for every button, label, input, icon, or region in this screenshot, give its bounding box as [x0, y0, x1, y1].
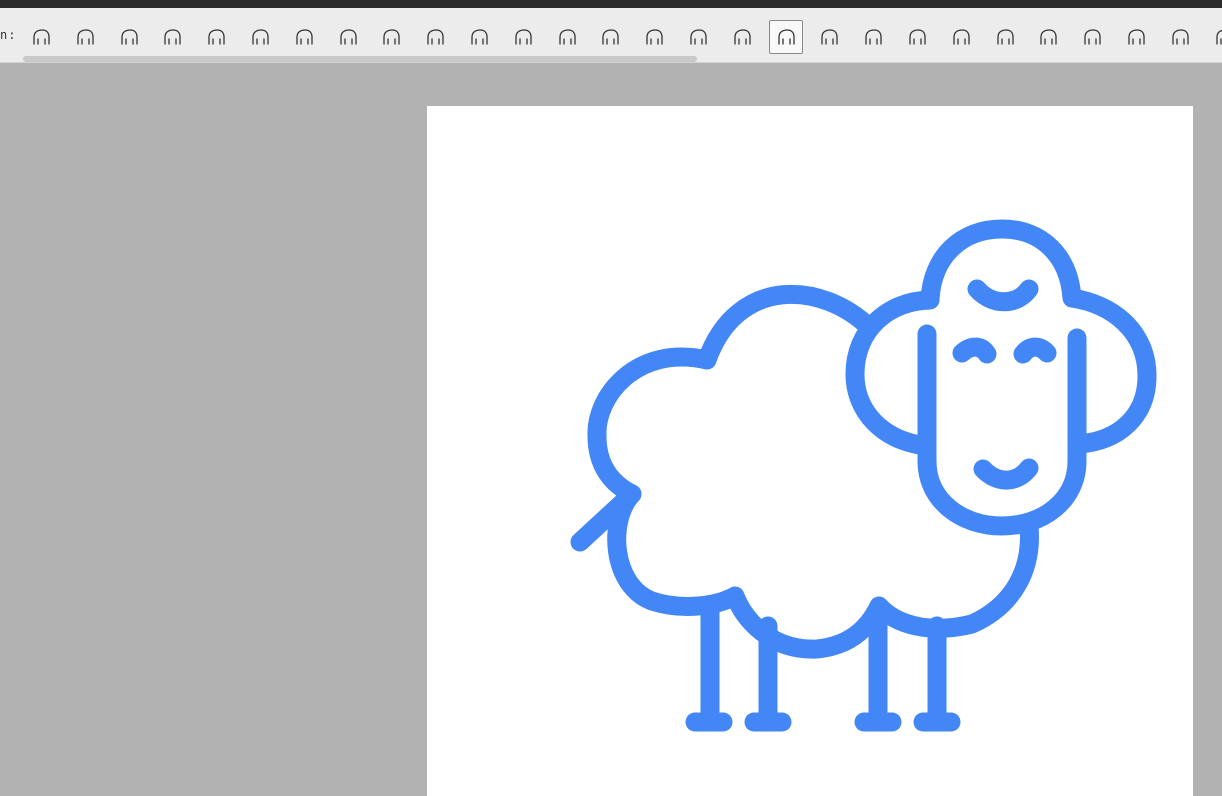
gingerbread-icon[interactable] [856, 20, 890, 54]
bulldog-face-icon[interactable] [506, 20, 540, 54]
animal-icon[interactable] [1207, 20, 1222, 54]
alpaca-icon[interactable] [681, 20, 715, 54]
elephant-front-icon[interactable] [68, 20, 102, 54]
polar-bear-icon[interactable] [1031, 20, 1065, 54]
dachshund-icon[interactable] [418, 20, 452, 54]
deer-icon[interactable] [112, 20, 146, 54]
bear-face-icon[interactable] [1075, 20, 1109, 54]
sheep-icon[interactable] [769, 20, 803, 54]
toolbar-label: n: [0, 28, 17, 42]
window-top-bar [0, 0, 1222, 8]
dog-bed-icon[interactable] [287, 20, 321, 54]
small-dog-icon[interactable] [550, 20, 584, 54]
llama-icon[interactable] [593, 20, 627, 54]
sheep-icon [570, 219, 1157, 732]
meerkat-icon[interactable] [1119, 20, 1153, 54]
lion-face-icon[interactable] [812, 20, 846, 54]
toolbar-scrollbar-thumb[interactable] [23, 56, 697, 62]
doghouse-icon[interactable] [155, 20, 189, 54]
pet-cushion-icon[interactable] [374, 20, 408, 54]
squirrel-icon[interactable] [1163, 20, 1197, 54]
kennel-icon[interactable] [199, 20, 233, 54]
paw-prints-icon[interactable] [725, 20, 759, 54]
artboard[interactable] [427, 106, 1193, 796]
elephant-icon[interactable] [24, 20, 58, 54]
teddy-bear-icon[interactable] [944, 20, 978, 54]
icon-toolbar: n: [0, 8, 1222, 63]
dog-basket-icon[interactable] [331, 20, 365, 54]
camel-head-icon[interactable] [637, 20, 671, 54]
doghouse-round-icon[interactable] [243, 20, 277, 54]
panda-icon[interactable] [900, 20, 934, 54]
polar-bear-face-icon[interactable] [988, 20, 1022, 54]
greyhound-icon[interactable] [462, 20, 496, 54]
